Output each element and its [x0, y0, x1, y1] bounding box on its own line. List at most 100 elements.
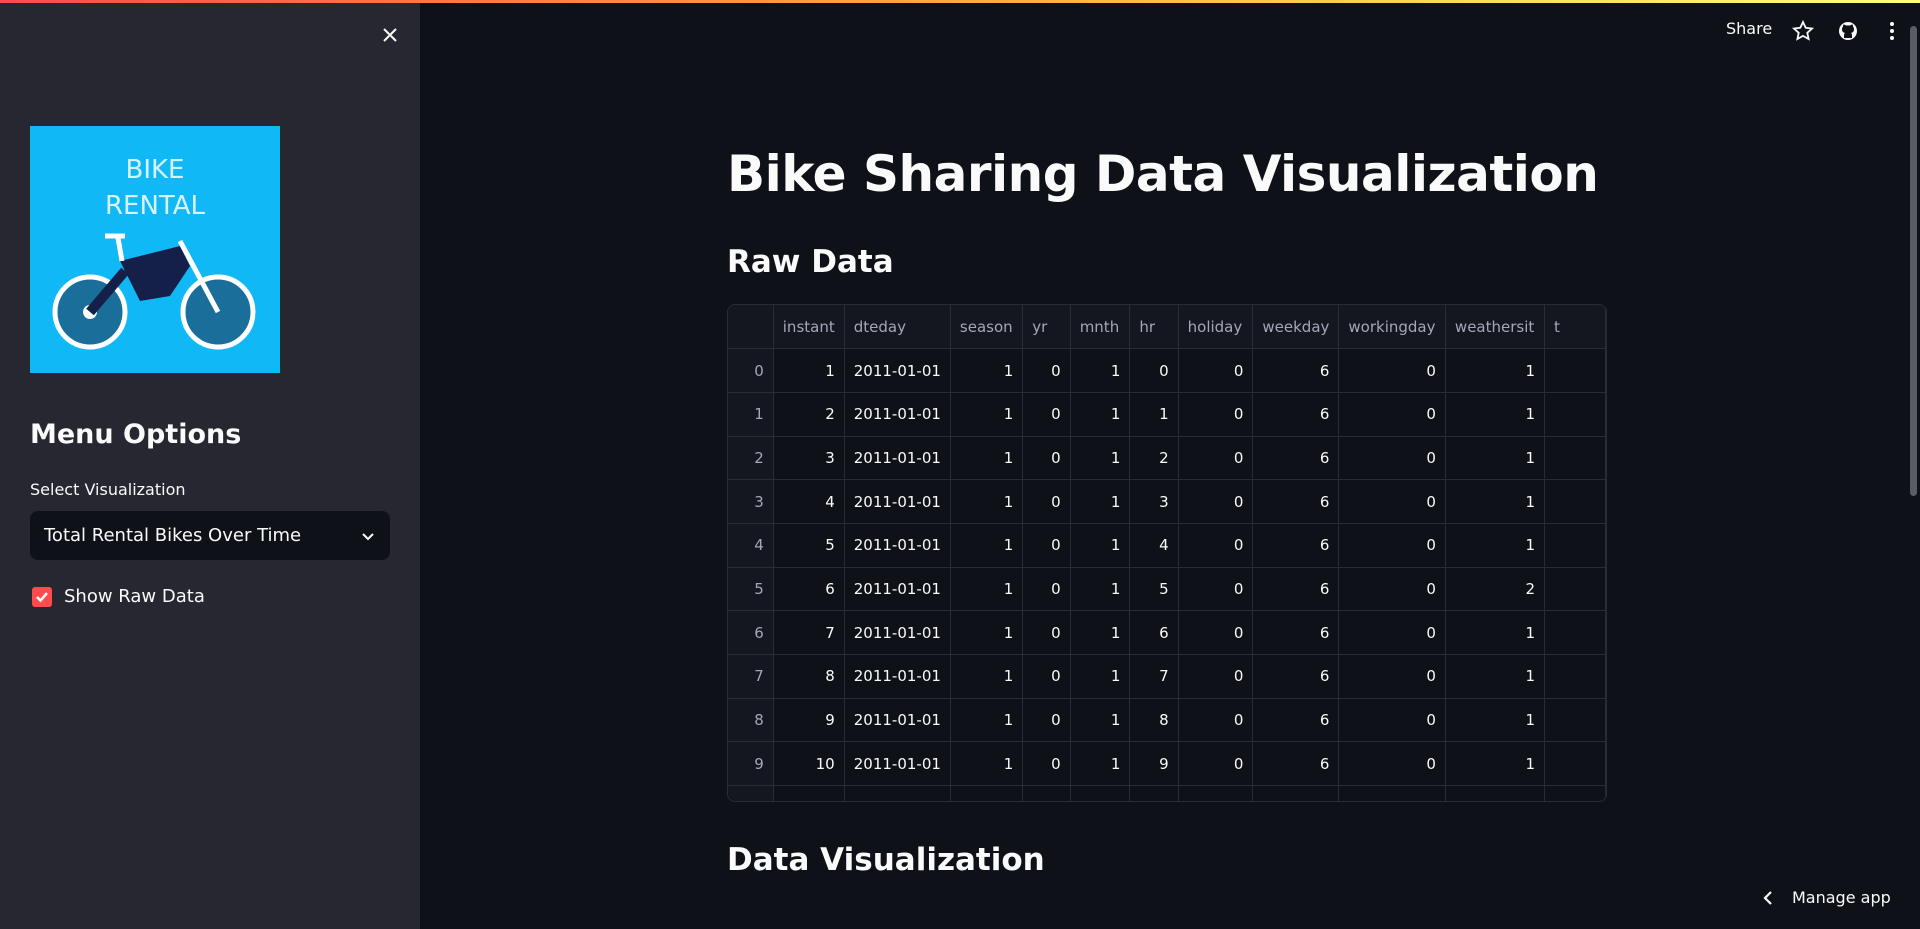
column-header[interactable]: season	[950, 305, 1024, 350]
table-cell[interactable]	[1544, 436, 1606, 481]
table-cell[interactable]: 0	[1338, 654, 1446, 699]
table-cell[interactable]: 2011-01-01	[844, 698, 951, 743]
table-cell[interactable]	[1544, 785, 1606, 801]
table-cell[interactable]: 1	[950, 698, 1024, 743]
row-index[interactable]: 7	[728, 654, 774, 699]
table-cell[interactable]: 1	[1070, 567, 1131, 612]
close-sidebar-icon[interactable]	[378, 23, 402, 47]
page-scrollbar[interactable]	[1910, 26, 1917, 496]
table-cell[interactable]	[1544, 654, 1606, 699]
table-cell[interactable]: 1	[950, 567, 1024, 612]
table-cell[interactable]: 0	[1022, 610, 1071, 655]
table-cell[interactable]: 0	[1178, 741, 1254, 787]
table-cell[interactable]: 0	[1129, 348, 1179, 393]
table-cell[interactable]: 0	[1178, 654, 1254, 699]
table-cell[interactable]: 1	[1070, 610, 1131, 655]
table-cell[interactable]: 1	[1445, 436, 1546, 481]
row-index[interactable]: 6	[728, 610, 774, 655]
table-cell[interactable]	[1544, 610, 1606, 655]
checkbox-checked-icon[interactable]	[32, 586, 52, 607]
table-cell[interactable]	[1544, 523, 1606, 568]
table-cell[interactable]: 1	[950, 348, 1024, 393]
table-cell[interactable]	[1544, 567, 1606, 612]
table-cell[interactable]: 6	[1252, 479, 1340, 524]
table-cell[interactable]: 4	[1129, 523, 1179, 568]
table-cell[interactable]: 1	[950, 610, 1024, 655]
table-cell[interactable]: 1	[1070, 479, 1131, 524]
raw-data-table[interactable]: instant dteday season yr mnth hr holiday weekda…	[727, 304, 1607, 802]
table-cell[interactable]: 5	[773, 523, 845, 568]
table-cell[interactable]: 1	[950, 523, 1024, 568]
table-cell[interactable]: 3	[1129, 479, 1179, 524]
table-cell[interactable]: 1	[1070, 741, 1131, 787]
table-cell[interactable]: 6	[1252, 523, 1340, 568]
table-cell[interactable]: 1	[1070, 698, 1131, 743]
row-index[interactable]: 0	[728, 348, 774, 393]
table-cell[interactable]: 1	[950, 741, 1024, 787]
table-cell[interactable]: 0	[1338, 436, 1446, 481]
table-cell[interactable]: 0	[1338, 610, 1446, 655]
table-cell[interactable]: 9	[773, 698, 845, 743]
table-cell[interactable]: 6	[1252, 436, 1340, 481]
table-cell[interactable]: 1	[1445, 348, 1546, 393]
table-cell[interactable]: 0	[1178, 698, 1254, 743]
table-cell[interactable]: 1	[1445, 741, 1546, 787]
table-cell[interactable]	[1544, 392, 1606, 437]
table-cell[interactable]: 6	[1252, 348, 1340, 393]
table-cell[interactable]: 5	[1129, 567, 1179, 612]
column-header[interactable]: yr	[1022, 305, 1071, 350]
row-index[interactable]: 8	[728, 698, 774, 743]
table-cell[interactable]: 9	[1129, 741, 1179, 787]
table-cell[interactable]: 2011-01-01	[844, 567, 951, 612]
column-header[interactable]: workingday	[1338, 305, 1446, 350]
table-cell[interactable]: 2	[1129, 436, 1179, 481]
table-cell[interactable]: 1	[950, 654, 1024, 699]
table-cell[interactable]: 2011-01-01	[844, 523, 951, 568]
table-cell[interactable]: 2011-01-01	[844, 741, 951, 787]
column-header[interactable]: mnth	[1070, 305, 1131, 350]
row-index[interactable]: 5	[728, 567, 774, 612]
table-cell[interactable]: 0	[1022, 698, 1071, 743]
table-cell[interactable]: 1	[950, 479, 1024, 524]
column-header[interactable]: instant	[773, 305, 845, 350]
table-cell[interactable]: 0	[1178, 523, 1254, 568]
table-cell[interactable]: 1	[1445, 392, 1546, 437]
row-index[interactable]	[728, 785, 774, 801]
table-cell[interactable]: 0	[1338, 348, 1446, 393]
table-cell[interactable]: 10	[773, 741, 845, 787]
table-cell[interactable]: 6	[1252, 610, 1340, 655]
table-cell[interactable]	[1178, 785, 1254, 801]
row-index[interactable]: 9	[728, 741, 774, 787]
github-icon[interactable]	[1836, 19, 1860, 43]
table-cell[interactable]	[1544, 698, 1606, 743]
table-cell[interactable]: 2	[773, 392, 845, 437]
table-cell[interactable]: 2011-01-01	[844, 610, 951, 655]
table-cell[interactable]: 0	[1022, 654, 1071, 699]
table-cell[interactable]: 6	[1252, 392, 1340, 437]
table-cell[interactable]: 8	[773, 654, 845, 699]
table-cell[interactable]: 6	[1252, 741, 1340, 787]
table-cell[interactable]: 1	[1445, 610, 1546, 655]
table-cell[interactable]: 8	[1129, 698, 1179, 743]
table-cell[interactable]: 4	[773, 479, 845, 524]
row-index[interactable]: 4	[728, 523, 774, 568]
table-cell[interactable]: 1	[1070, 436, 1131, 481]
table-cell[interactable]: 6	[773, 567, 845, 612]
table-cell[interactable]: 2011-01-01	[844, 348, 951, 393]
table-cell[interactable]	[1544, 348, 1606, 393]
row-index[interactable]: 1	[728, 392, 774, 437]
table-cell[interactable]: 0	[1178, 479, 1254, 524]
table-cell[interactable]: 1	[1070, 523, 1131, 568]
table-cell[interactable]: 0	[1022, 567, 1071, 612]
table-cell[interactable]	[1022, 785, 1071, 801]
table-cell[interactable]: 0	[1022, 392, 1071, 437]
manage-app-button[interactable]: Manage app	[1762, 888, 1891, 907]
table-cell[interactable]: 0	[1178, 436, 1254, 481]
table-cell[interactable]	[1544, 479, 1606, 524]
table-cell[interactable]: 6	[1252, 567, 1340, 612]
table-cell[interactable]: 0	[1338, 523, 1446, 568]
table-cell[interactable]: 6	[1252, 698, 1340, 743]
table-cell[interactable]: 2	[1445, 567, 1546, 612]
table-cell[interactable]: 0	[1338, 567, 1446, 612]
column-header[interactable]: dteday	[844, 305, 951, 350]
